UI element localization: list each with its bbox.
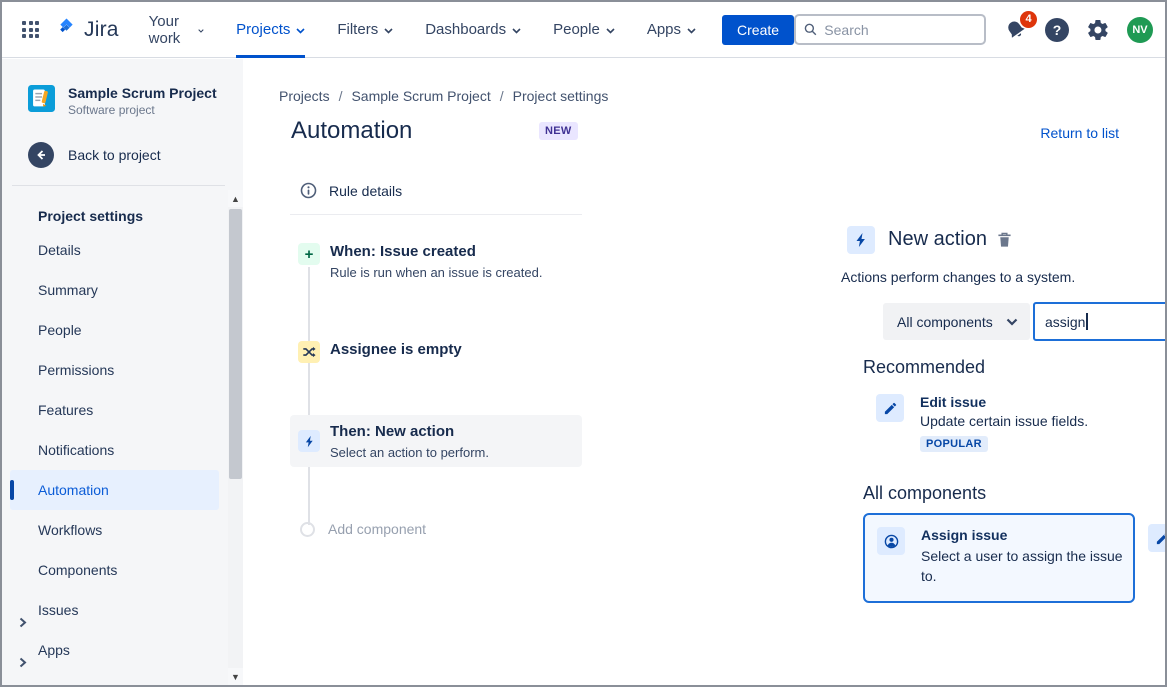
pencil-icon xyxy=(876,394,904,422)
scrollbar-up-button[interactable]: ▲ xyxy=(228,190,243,207)
trigger-step[interactable]: + When: Issue created Rule is run when a… xyxy=(298,243,542,280)
action-step-selected[interactable]: Then: New action Select an action to per… xyxy=(290,415,582,467)
chevron-down-icon xyxy=(198,28,204,34)
gear-icon xyxy=(1086,18,1110,42)
sidebar-section-title: Project settings xyxy=(38,208,243,224)
sidebar-item-features[interactable]: Features xyxy=(10,390,219,430)
new-action-panel: New action Actions perform changes to a … xyxy=(839,221,1167,687)
sidebar-menu: Details Summary People Permissions Featu… xyxy=(2,230,243,670)
jira-window: Jira Your work Projects Filters Dashboar… xyxy=(0,0,1167,687)
primary-nav: Your work Projects Filters Dashboards Pe… xyxy=(149,2,696,58)
branch-condition-icon xyxy=(298,341,320,363)
chevron-down-icon xyxy=(1006,318,1018,326)
popular-badge: POPULAR xyxy=(920,436,988,452)
breadcrumb-project-settings[interactable]: Project settings xyxy=(513,88,609,104)
top-icons: 4 ? NV xyxy=(1004,17,1153,43)
project-name: Sample Scrum Project xyxy=(68,85,217,101)
sidebar-item-summary[interactable]: Summary xyxy=(10,270,219,310)
trash-icon xyxy=(997,232,1012,248)
sidebar-item-components[interactable]: Components xyxy=(10,550,219,590)
sidebar-item-issues[interactable]: Issues xyxy=(10,590,219,630)
lightning-icon xyxy=(298,430,320,452)
project-type: Software project xyxy=(68,103,217,117)
delete-action-button[interactable] xyxy=(997,232,1012,253)
recommended-edit-issue[interactable]: Edit issue Update certain issue fields. … xyxy=(876,394,1088,452)
nav-apps[interactable]: Apps xyxy=(647,2,696,58)
breadcrumb-project[interactable]: Sample Scrum Project xyxy=(351,88,490,104)
chevron-down-icon xyxy=(687,28,696,34)
main-content: Projects / Sample Scrum Project / Projec… xyxy=(243,59,1165,685)
breadcrumb-projects[interactable]: Projects xyxy=(279,88,330,104)
action-search-input[interactable]: assign xyxy=(1033,302,1167,341)
sidebar-scrollbar[interactable]: ▲ ▼ xyxy=(228,190,243,685)
sidebar-item-permissions[interactable]: Permissions xyxy=(10,350,219,390)
create-button[interactable]: Create xyxy=(722,15,794,45)
help-button[interactable]: ? xyxy=(1045,18,1069,42)
sidebar-divider xyxy=(12,185,225,186)
project-avatar xyxy=(28,85,55,117)
jira-logo[interactable]: Jira xyxy=(55,16,119,44)
nav-filters[interactable]: Filters xyxy=(337,2,393,58)
chevron-right-icon xyxy=(19,643,27,683)
chevron-down-icon xyxy=(606,28,615,34)
rule-details-step[interactable]: Rule details xyxy=(300,182,402,199)
sidebar-item-apps[interactable]: Apps xyxy=(10,630,219,670)
notification-count-badge: 4 xyxy=(1020,11,1037,28)
plus-icon: + xyxy=(298,243,320,265)
scrollbar-down-button[interactable]: ▼ xyxy=(228,668,243,685)
search-icon xyxy=(804,22,817,37)
project-settings-sidebar: Sample Scrum Project Software project Ba… xyxy=(2,59,243,685)
add-component-circle-icon xyxy=(300,522,315,537)
jira-wordmark: Jira xyxy=(84,18,119,42)
return-to-list-link[interactable]: Return to list xyxy=(1040,125,1119,141)
step-connector-line xyxy=(308,267,310,525)
chevron-down-icon xyxy=(296,28,305,34)
search-box[interactable] xyxy=(794,14,986,45)
panel-description: Actions perform changes to a system. xyxy=(841,269,1075,285)
page-title: Automation xyxy=(291,117,412,145)
new-badge: NEW xyxy=(539,122,578,140)
rule-divider xyxy=(290,214,582,215)
nav-projects[interactable]: Projects xyxy=(236,2,305,58)
info-icon xyxy=(300,182,317,199)
recommended-heading: Recommended xyxy=(863,357,985,378)
settings-button[interactable] xyxy=(1086,18,1110,42)
chevron-down-icon xyxy=(512,28,521,34)
text-cursor xyxy=(1086,313,1088,330)
chevron-down-icon xyxy=(384,28,393,34)
scrollbar-thumb[interactable] xyxy=(229,209,242,479)
app-switcher-icon[interactable] xyxy=(22,21,39,38)
search-input[interactable] xyxy=(824,22,976,38)
sidebar-item-people[interactable]: People xyxy=(10,310,219,350)
pencil-icon xyxy=(1148,524,1167,552)
help-icon: ? xyxy=(1045,18,1069,42)
jira-logo-icon xyxy=(55,16,78,44)
lightning-icon xyxy=(847,226,875,254)
back-arrow-icon xyxy=(28,142,54,168)
nav-your-work[interactable]: Your work xyxy=(149,2,205,58)
sidebar-item-details[interactable]: Details xyxy=(10,230,219,270)
nav-dashboards[interactable]: Dashboards xyxy=(425,2,521,58)
all-components-heading: All components xyxy=(863,483,986,504)
sidebar-item-automation[interactable]: Automation xyxy=(10,470,219,510)
back-to-project-button[interactable]: Back to project xyxy=(28,142,227,168)
components-filter-dropdown[interactable]: All components xyxy=(883,303,1030,340)
panel-title: New action xyxy=(888,228,987,251)
condition-step[interactable]: Assignee is empty xyxy=(298,341,462,363)
nav-people[interactable]: People xyxy=(553,2,615,58)
breadcrumb: Projects / Sample Scrum Project / Projec… xyxy=(279,88,608,104)
rule-builder: Rule details + When: Issue created Rule … xyxy=(290,177,582,617)
notifications-button[interactable]: 4 xyxy=(1004,18,1028,42)
edit-issue-card[interactable]: Edit issue Update certain issue fields. xyxy=(1148,524,1167,559)
add-component-button[interactable]: Add component xyxy=(300,521,426,537)
top-navigation-bar: Jira Your work Projects Filters Dashboar… xyxy=(2,2,1165,58)
sidebar-item-notifications[interactable]: Notifications xyxy=(10,430,219,470)
assign-issue-card[interactable]: Assign issue Select a user to assign the… xyxy=(863,513,1135,603)
profile-button[interactable]: NV xyxy=(1127,17,1153,43)
project-header: Sample Scrum Project Software project xyxy=(28,85,227,117)
user-avatar: NV xyxy=(1127,17,1153,43)
sidebar-item-workflows[interactable]: Workflows xyxy=(10,510,219,550)
user-icon xyxy=(877,527,905,555)
